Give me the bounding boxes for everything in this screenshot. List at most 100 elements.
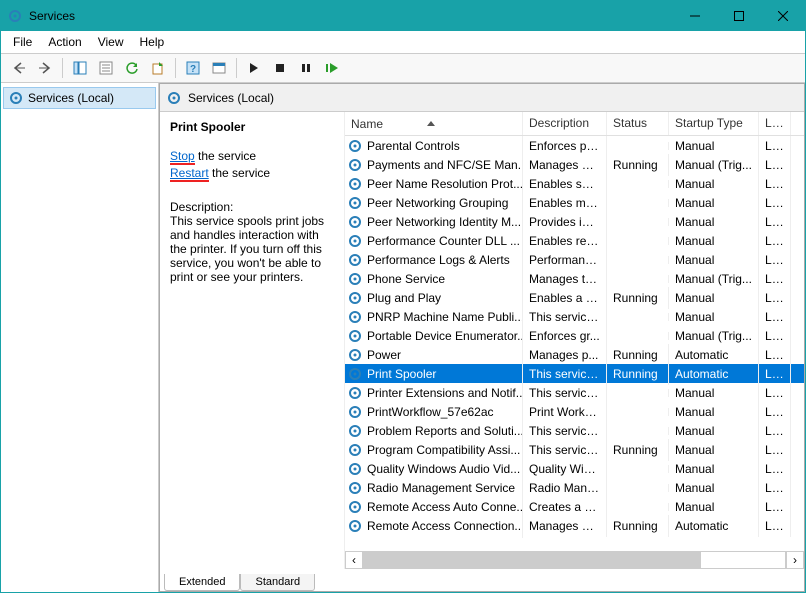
pause-service-button[interactable] <box>294 56 318 80</box>
forward-button[interactable] <box>33 56 57 80</box>
service-status <box>607 427 669 435</box>
service-name: Peer Networking Identity M... <box>367 215 521 229</box>
service-name: Print Spooler <box>367 367 436 381</box>
service-status <box>607 275 669 283</box>
horizontal-scrollbar[interactable]: ‹ › <box>345 551 804 569</box>
service-name: Plug and Play <box>367 291 441 305</box>
service-name: Program Compatibility Assi... <box>367 443 520 457</box>
main-header: Services (Local) <box>160 84 804 112</box>
minimize-button[interactable] <box>673 1 717 31</box>
service-name: Quality Windows Audio Vid... <box>367 462 520 476</box>
console-button[interactable] <box>207 56 231 80</box>
restart-service-button[interactable] <box>320 56 344 80</box>
service-status: Running <box>607 287 669 309</box>
service-name: Remote Access Connection... <box>367 519 523 533</box>
service-icon <box>347 233 363 249</box>
service-name: Radio Management Service <box>367 481 515 495</box>
help-button[interactable]: ? <box>181 56 205 80</box>
main-header-label: Services (Local) <box>188 91 274 105</box>
service-icon <box>347 404 363 420</box>
restart-link[interactable]: Restart <box>170 166 209 180</box>
menu-file[interactable]: File <box>5 33 40 51</box>
service-name: Performance Logs & Alerts <box>367 253 510 267</box>
export-button[interactable] <box>146 56 170 80</box>
col-log-on-as[interactable]: Log <box>759 112 791 135</box>
col-name[interactable]: Name <box>345 112 523 135</box>
service-icon <box>347 461 363 477</box>
services-icon <box>166 90 182 106</box>
services-icon <box>8 90 24 106</box>
service-row[interactable]: Remote Access Connection...Manages di...… <box>345 516 804 535</box>
service-name: PNRP Machine Name Publi... <box>367 310 523 324</box>
services-window: Services File Action View Help ? Service <box>0 0 806 593</box>
service-icon <box>347 518 363 534</box>
col-startup-type[interactable]: Startup Type <box>669 112 759 135</box>
service-name: Power <box>367 348 401 362</box>
service-icon <box>347 214 363 230</box>
service-name: Portable Device Enumerator... <box>367 329 523 343</box>
back-button[interactable] <box>7 56 31 80</box>
navigation-pane: Services (Local) <box>1 83 159 592</box>
service-icon <box>347 442 363 458</box>
maximize-button[interactable] <box>717 1 761 31</box>
service-startup-type: Automatic <box>669 515 759 537</box>
tab-extended[interactable]: Extended <box>164 574 240 591</box>
service-icon <box>347 366 363 382</box>
window-title: Services <box>29 9 75 23</box>
service-status: Running <box>607 439 669 461</box>
stop-service-button[interactable] <box>268 56 292 80</box>
service-status: Running <box>607 515 669 537</box>
view-tabs: Extended Standard <box>160 569 804 591</box>
service-icon <box>347 385 363 401</box>
col-description[interactable]: Description <box>523 112 607 135</box>
main-pane: Services (Local) Print Spooler Stop the … <box>159 83 805 592</box>
grid-rows: Parental ControlsEnforces pa...ManualLoc… <box>345 136 804 551</box>
service-icon <box>347 328 363 344</box>
service-name: Phone Service <box>367 272 445 286</box>
service-icon <box>347 271 363 287</box>
service-name: PrintWorkflow_57e62ac <box>367 405 494 419</box>
scroll-left-button[interactable]: ‹ <box>345 551 363 569</box>
service-name: Parental Controls <box>367 139 460 153</box>
show-hide-tree-button[interactable] <box>68 56 92 80</box>
service-icon <box>347 138 363 154</box>
service-log-on-as: Loc <box>759 515 791 537</box>
menu-view[interactable]: View <box>90 33 132 51</box>
service-status <box>607 389 669 397</box>
stop-link[interactable]: Stop <box>170 149 195 163</box>
service-icon <box>347 309 363 325</box>
scroll-right-button[interactable]: › <box>786 551 804 569</box>
stop-suffix: the service <box>195 149 256 163</box>
services-icon <box>7 8 23 24</box>
service-status <box>607 237 669 245</box>
service-status <box>607 199 669 207</box>
menu-action[interactable]: Action <box>40 33 89 51</box>
col-status[interactable]: Status <box>607 112 669 135</box>
description-text: This service spools print jobs and handl… <box>170 214 334 284</box>
service-icon <box>347 176 363 192</box>
start-service-button[interactable] <box>242 56 266 80</box>
properties-button[interactable] <box>94 56 118 80</box>
scroll-thumb[interactable] <box>364 552 701 568</box>
detail-pane: Print Spooler Stop the service Restart t… <box>160 112 344 569</box>
close-button[interactable] <box>761 1 805 31</box>
service-icon <box>347 195 363 211</box>
service-name: Printer Extensions and Notif... <box>367 386 523 400</box>
service-icon <box>347 157 363 173</box>
service-status: Running <box>607 363 669 385</box>
refresh-button[interactable] <box>120 56 144 80</box>
service-status <box>607 503 669 511</box>
svg-text:?: ? <box>190 64 196 75</box>
service-name: Problem Reports and Soluti... <box>367 424 523 438</box>
nav-services-local[interactable]: Services (Local) <box>3 87 156 109</box>
tab-standard[interactable]: Standard <box>240 574 315 591</box>
grid-header: Name Description Status Startup Type Log <box>345 112 804 136</box>
menu-help[interactable]: Help <box>132 33 173 51</box>
nav-label: Services (Local) <box>28 91 114 105</box>
service-status <box>607 332 669 340</box>
service-status <box>607 408 669 416</box>
titlebar[interactable]: Services <box>1 1 805 31</box>
toolbar: ? <box>1 53 805 83</box>
service-name: Remote Access Auto Conne... <box>367 500 523 514</box>
service-name: Performance Counter DLL ... <box>367 234 520 248</box>
